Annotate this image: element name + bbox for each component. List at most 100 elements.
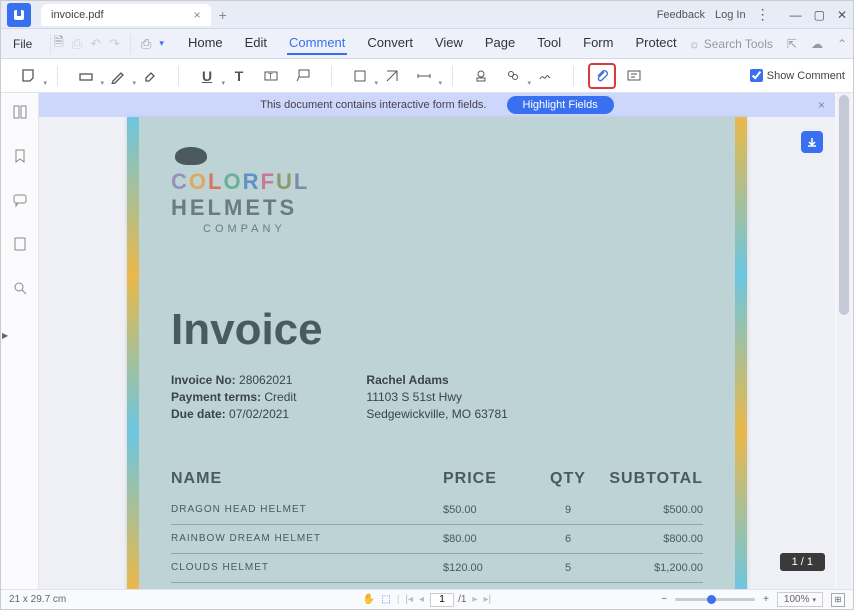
zoom-select[interactable]: 100%▾ — [777, 592, 823, 607]
textbox-tool[interactable]: T — [257, 63, 285, 89]
titlebar: invoice.pdf × + Feedback Log In ⋮ — ▢ ✕ — [1, 1, 853, 29]
invoice-title: Invoice — [171, 305, 703, 355]
close-window-icon[interactable]: ✕ — [837, 8, 847, 22]
prev-page-icon[interactable]: ◂ — [419, 594, 424, 605]
shape-tool[interactable] — [346, 63, 374, 89]
menu-form[interactable]: Form — [581, 33, 615, 55]
file-menu[interactable]: File — [7, 37, 38, 51]
fit-page-icon[interactable]: ⊞ — [831, 593, 845, 607]
terms-value: Credit — [264, 390, 296, 404]
pdf-page[interactable]: COLORFUL HELMETS COMPANY Invoice Invoice… — [127, 117, 747, 589]
feedback-link[interactable]: Feedback — [657, 9, 705, 21]
first-page-icon[interactable]: |◂ — [405, 594, 413, 605]
logo-line1: COLORFUL — [171, 169, 703, 195]
left-rail — [1, 93, 39, 589]
select-tool-icon[interactable]: ⬚ — [381, 594, 390, 605]
main-menu: Home Edit Comment Convert View Page Tool… — [186, 33, 679, 55]
page-input[interactable] — [430, 593, 454, 607]
pencil-tool[interactable] — [104, 63, 132, 89]
menu-page[interactable]: Page — [483, 33, 517, 55]
menu-view[interactable]: View — [433, 33, 465, 55]
document-tab[interactable]: invoice.pdf × — [41, 4, 211, 26]
highlight-fields-button[interactable]: Highlight Fields — [507, 96, 614, 114]
menu-edit[interactable]: Edit — [243, 33, 269, 55]
stamp-tool[interactable] — [467, 63, 495, 89]
login-link[interactable]: Log In — [715, 9, 746, 21]
show-comment-checkbox[interactable] — [750, 69, 763, 82]
menu-tool[interactable]: Tool — [535, 33, 563, 55]
distance-tool[interactable] — [410, 63, 438, 89]
zoom-in-icon[interactable]: + — [763, 594, 769, 605]
attachments-panel-icon[interactable] — [9, 233, 31, 255]
invoice-no-label: Invoice No: — [171, 373, 236, 387]
more-icon[interactable]: ⋮ — [756, 6, 770, 23]
show-comment-toggle[interactable]: Show Comment — [750, 69, 845, 82]
thumbnails-icon[interactable] — [9, 101, 31, 123]
app-icon — [7, 3, 31, 27]
minimize-icon[interactable]: — — [790, 8, 802, 22]
attachment-tool[interactable] — [588, 63, 616, 89]
search-tools[interactable]: ☼ Search Tools — [689, 37, 773, 51]
invoice-table: NAME PRICE QTY SUBTOTAL DRAGON HEAD HELM… — [171, 470, 703, 589]
tab-title: invoice.pdf — [51, 9, 104, 21]
custom-stamp-tool[interactable] — [499, 63, 527, 89]
invoice-meta: Invoice No: 28062021 Payment terms: Cred… — [171, 373, 703, 424]
hedgehog-icon — [175, 147, 207, 165]
table-row: RAINBOW DREAM HELMET $80.00 6 $800.00 — [171, 525, 703, 554]
menu-convert[interactable]: Convert — [365, 33, 415, 55]
lightbulb-icon: ☼ — [689, 37, 700, 51]
measure-tool[interactable] — [378, 63, 406, 89]
note-tool[interactable] — [15, 63, 43, 89]
expand-rail-icon[interactable]: ▶ — [2, 331, 8, 340]
hide-comments-tool[interactable] — [620, 63, 648, 89]
close-tab-icon[interactable]: × — [194, 8, 201, 22]
hand-tool-icon[interactable]: ✋ — [363, 594, 375, 605]
zoom-slider[interactable] — [675, 598, 755, 601]
print-quick-icon[interactable]: ⎙ — [72, 36, 82, 52]
callout-tool[interactable] — [289, 63, 317, 89]
menu-home[interactable]: Home — [186, 33, 225, 55]
highlight-tool[interactable] — [72, 63, 100, 89]
underline-tool[interactable]: U — [193, 63, 221, 89]
save-floating-button[interactable] — [801, 131, 823, 153]
scrollbar-thumb[interactable] — [839, 95, 849, 315]
comments-panel-icon[interactable] — [9, 189, 31, 211]
qat-dropdown-icon[interactable]: ▾ — [159, 38, 164, 49]
company-logo: COLORFUL HELMETS COMPANY — [171, 147, 703, 235]
document-area: This document contains interactive form … — [39, 93, 835, 589]
header-price: PRICE — [443, 470, 533, 488]
logo-line2: HELMETS — [171, 195, 703, 221]
text-tool[interactable]: T — [225, 63, 253, 89]
page-total: /1 — [458, 594, 466, 605]
vertical-scrollbar[interactable] — [837, 93, 851, 589]
banner-close-icon[interactable]: × — [818, 98, 825, 112]
logo-line3: COMPANY — [203, 223, 703, 235]
new-tab-button[interactable]: + — [219, 7, 227, 23]
form-fields-banner: This document contains interactive form … — [39, 93, 835, 117]
undo-icon[interactable]: ↶ — [90, 36, 101, 52]
next-page-icon[interactable]: ▸ — [472, 594, 477, 605]
search-panel-icon[interactable] — [9, 277, 31, 299]
svg-text:T: T — [268, 72, 273, 81]
search-placeholder: Search Tools — [704, 37, 773, 51]
print-icon[interactable]: ⎙ — [141, 36, 151, 52]
collapse-ribbon-icon[interactable]: ⌃ — [837, 37, 847, 51]
redo-icon[interactable]: ↷ — [109, 36, 120, 52]
terms-label: Payment terms: — [171, 390, 261, 404]
menu-comment[interactable]: Comment — [287, 33, 347, 55]
bookmarks-icon[interactable] — [9, 145, 31, 167]
eraser-tool[interactable] — [136, 63, 164, 89]
save-icon[interactable]: 🗎 — [53, 33, 63, 55]
last-page-icon[interactable]: ▸| — [483, 594, 491, 605]
signature-tool[interactable] — [531, 63, 559, 89]
header-qty: QTY — [533, 470, 603, 488]
zoom-out-icon[interactable]: − — [661, 594, 667, 605]
cloud-icon[interactable]: ☁ — [811, 37, 823, 51]
page-dimensions: 21 x 29.7 cm — [9, 594, 66, 605]
header-name: NAME — [171, 470, 443, 488]
maximize-icon[interactable]: ▢ — [814, 8, 825, 22]
customer-addr2: Sedgewickville, MO 63781 — [366, 407, 507, 421]
customer-name: Rachel Adams — [366, 373, 448, 387]
menu-protect[interactable]: Protect — [633, 33, 678, 55]
share-icon[interactable]: ⇱ — [787, 37, 797, 51]
